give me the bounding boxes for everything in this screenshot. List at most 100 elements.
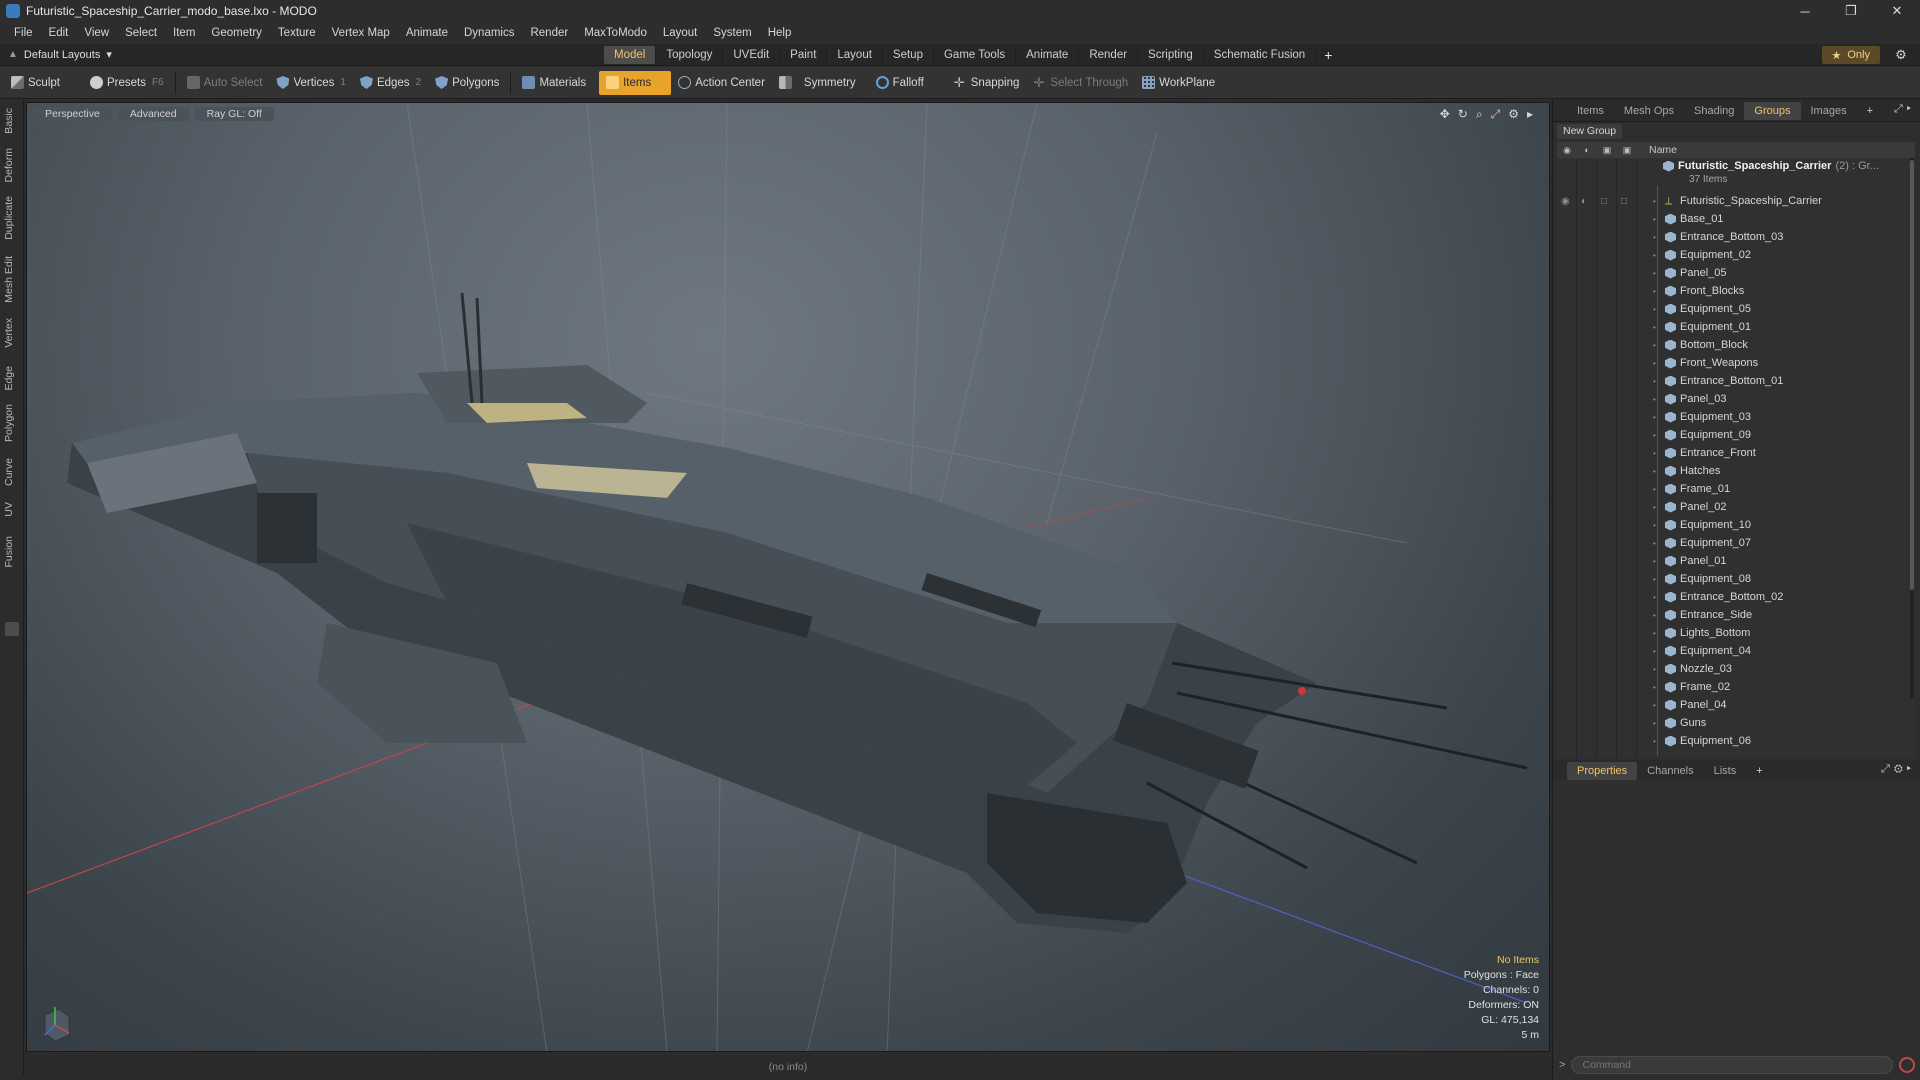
eye-icon[interactable]: ◉ <box>1561 196 1573 208</box>
move-view-icon[interactable]: ✥ <box>1440 107 1450 122</box>
select-icon[interactable]: ▣ <box>1617 142 1637 158</box>
snapping-button[interactable]: ✛ Snapping <box>947 71 1027 95</box>
sculpt-button[interactable]: Sculpt <box>4 71 67 95</box>
group-item-row[interactable]: • Front_Blocks <box>1653 282 1911 300</box>
group-item-row[interactable]: • Base_01 <box>1653 210 1911 228</box>
tab-vertex[interactable]: Vertex <box>3 318 21 348</box>
symmetry-button[interactable]: Symmetry <box>772 71 863 95</box>
edges-button[interactable]: Edges 2 <box>353 71 428 95</box>
auto-select-button[interactable]: Auto Select <box>180 71 270 95</box>
list-scrollbar-thumb[interactable] <box>1910 160 1914 590</box>
polygons-button[interactable]: Polygons <box>428 71 506 95</box>
vertices-button[interactable]: Vertices 1 <box>269 71 352 95</box>
menu-system[interactable]: System <box>705 22 759 44</box>
menu-layout[interactable]: Layout <box>655 22 706 44</box>
tab-edge[interactable]: Edge <box>3 366 21 391</box>
presets-button[interactable]: Presets F6 <box>83 71 171 95</box>
group-item-row[interactable]: • Guns <box>1653 714 1911 732</box>
group-item-row[interactable]: • Entrance_Bottom_03 <box>1653 228 1911 246</box>
action-center-button[interactable]: Action Center <box>671 71 772 95</box>
fit-view-icon[interactable]: ⤢ <box>1491 107 1501 122</box>
add-tab-button[interactable]: + <box>1316 47 1340 63</box>
group-item-row[interactable]: • Entrance_Bottom_02 <box>1653 588 1911 606</box>
tab-groups[interactable]: Groups <box>1744 101 1801 120</box>
select-toggle-icon[interactable]: □ <box>1621 196 1633 208</box>
group-item-row[interactable]: • Panel_02 <box>1653 498 1911 516</box>
group-item-row[interactable]: • Equipment_05 <box>1653 300 1911 318</box>
group-item-row[interactable]: • Front_Weapons <box>1653 354 1911 372</box>
menu-maxtomodo[interactable]: MaxToModo <box>576 22 655 44</box>
select-through-button[interactable]: ✛ Select Through <box>1026 71 1135 95</box>
tab-topology[interactable]: Topology <box>656 46 724 64</box>
gear-icon[interactable]: ⚙ <box>1892 46 1910 64</box>
name-column-header[interactable]: Name <box>1649 144 1677 156</box>
group-item-row[interactable]: • Equipment_03 <box>1653 408 1911 426</box>
lock-toggle-icon[interactable]: □ <box>1601 196 1613 208</box>
menu-help[interactable]: Help <box>760 22 800 44</box>
group-item-row[interactable]: • Lights_Bottom <box>1653 624 1911 642</box>
group-item-row[interactable]: • Equipment_01 <box>1653 318 1911 336</box>
tab-render[interactable]: Render <box>1079 46 1139 64</box>
tab-properties[interactable]: Properties <box>1567 761 1638 780</box>
close-button[interactable]: ✕ <box>1874 0 1920 22</box>
tab-items[interactable]: Items <box>1567 102 1614 120</box>
group-item-row[interactable]: • Bottom_Block <box>1653 336 1911 354</box>
tab-images[interactable]: Images <box>1801 102 1857 120</box>
add-panel-tab-button[interactable]: + <box>1857 102 1883 120</box>
tab-schematic-fusion[interactable]: Schematic Fusion <box>1204 46 1317 64</box>
tab-polygon[interactable]: Polygon <box>3 404 21 442</box>
tab-fusion[interactable]: Fusion <box>3 536 21 568</box>
root-group-row[interactable]: Futuristic_Spaceship_Carrier (2) : Gr... <box>1663 158 1911 174</box>
tab-animate[interactable]: Animate <box>1016 46 1080 64</box>
tab-curve[interactable]: Curve <box>3 458 21 486</box>
group-item-row[interactable]: • Panel_05 <box>1653 264 1911 282</box>
group-item-row[interactable]: • Entrance_Side <box>1653 606 1911 624</box>
tab-channels[interactable]: Channels <box>1637 762 1703 780</box>
tab-game-tools[interactable]: Game Tools <box>934 46 1017 64</box>
group-item-row[interactable]: • Entrance_Bottom_01 <box>1653 372 1911 390</box>
command-stop-icon[interactable] <box>1899 1057 1915 1073</box>
tab-mesh-edit[interactable]: Mesh Edit <box>3 256 21 303</box>
materials-button[interactable]: Materials <box>515 71 593 95</box>
items-button[interactable]: Items <box>599 70 672 95</box>
tab-mesh-ops[interactable]: Mesh Ops <box>1614 102 1684 120</box>
tab-paint[interactable]: Paint <box>780 46 828 64</box>
visibility-icon[interactable]: ◉ <box>1557 142 1577 158</box>
tab-scripting[interactable]: Scripting <box>1138 46 1204 64</box>
3d-viewport[interactable]: Perspective Advanced Ray GL: Off ✥ ↻ ⌕ ⤢… <box>26 102 1550 1052</box>
group-item-row[interactable]: • Equipment_09 <box>1653 426 1911 444</box>
raygl-button[interactable]: Ray GL: Off <box>194 107 274 121</box>
menu-view[interactable]: View <box>76 22 117 44</box>
menu-edit[interactable]: Edit <box>41 22 77 44</box>
group-item-row[interactable]: • Equipment_02 <box>1653 246 1911 264</box>
bottom-panel-controls-icon[interactable]: ⤢⚙▸ <box>1881 763 1915 776</box>
group-item-row[interactable]: • Frame_01 <box>1653 480 1911 498</box>
menu-geometry[interactable]: Geometry <box>203 22 270 44</box>
group-item-row[interactable]: • Hatches <box>1653 462 1911 480</box>
tab-basic[interactable]: Basic <box>3 108 21 134</box>
layout-dropdown[interactable]: ▲ Default Layouts ▾ <box>8 48 112 62</box>
tab-uv[interactable]: UV <box>3 502 21 517</box>
tab-model[interactable]: Model <box>604 46 657 64</box>
tab-duplicate[interactable]: Duplicate <box>3 196 21 240</box>
group-item-row[interactable]: • ⟂ Futuristic_Spaceship_Carrier <box>1653 192 1911 210</box>
menu-item[interactable]: Item <box>165 22 203 44</box>
group-item-row[interactable]: • Entrance_Front <box>1653 444 1911 462</box>
tab-deform[interactable]: Deform <box>3 148 21 182</box>
menu-animate[interactable]: Animate <box>398 22 456 44</box>
group-item-row[interactable]: • Panel_03 <box>1653 390 1911 408</box>
group-item-row[interactable]: • Equipment_10 <box>1653 516 1911 534</box>
tab-setup[interactable]: Setup <box>883 46 934 64</box>
tab-uvedit[interactable]: UVEdit <box>723 46 781 64</box>
group-item-row[interactable]: • Equipment_04 <box>1653 642 1911 660</box>
menu-render[interactable]: Render <box>522 22 576 44</box>
rotate-view-icon[interactable]: ↻ <box>1458 107 1468 122</box>
group-item-row[interactable]: • Frame_02 <box>1653 678 1911 696</box>
menu-file[interactable]: File <box>6 22 41 44</box>
menu-vertex-map[interactable]: Vertex Map <box>324 22 398 44</box>
menu-dynamics[interactable]: Dynamics <box>456 22 522 44</box>
viewport-settings-icon[interactable]: ⚙ <box>1508 107 1519 122</box>
render-icon[interactable]: ◐ <box>1577 142 1597 158</box>
restore-button[interactable]: ❐ <box>1828 0 1874 22</box>
workplane-button[interactable]: WorkPlane <box>1135 71 1222 95</box>
